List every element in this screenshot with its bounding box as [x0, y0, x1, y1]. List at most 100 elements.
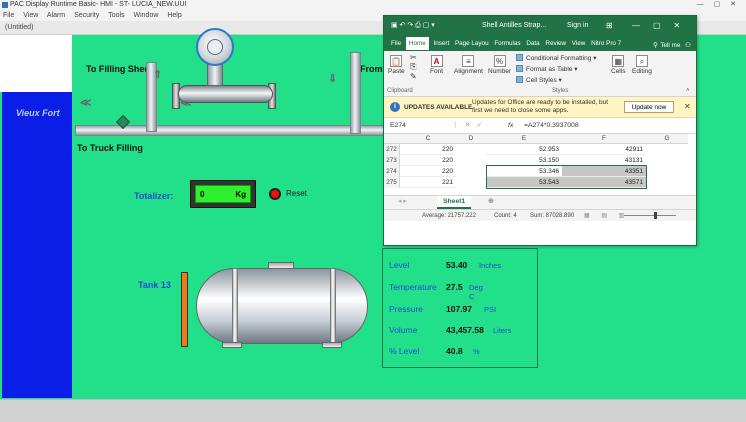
screen: PAC Display Runtime Basic- HMI - ST- LUC…: [0, 0, 746, 422]
editing-button[interactable]: ⌕ Editing: [632, 55, 652, 75]
tab-review[interactable]: Review: [544, 38, 567, 49]
table-icon: [516, 65, 523, 72]
row-header[interactable]: 274: [384, 166, 400, 177]
conditional-formatting-button[interactable]: Conditional Formatting ▾: [516, 54, 596, 62]
table-cell[interactable]: 220: [400, 166, 456, 177]
menu-view[interactable]: View: [23, 12, 38, 19]
menu-file[interactable]: File: [3, 12, 14, 19]
pac-window-title: PAC Display Runtime Basic- HMI - ST- LUC…: [10, 1, 187, 8]
tab-view[interactable]: View: [571, 38, 587, 49]
pac-titlebar: PAC Display Runtime Basic- HMI - ST- LUC…: [0, 0, 746, 10]
tank-leg: [322, 342, 342, 348]
tab-data[interactable]: Data: [525, 38, 540, 49]
row-header[interactable]: 273: [384, 155, 400, 166]
ribbon-display-icon[interactable]: ⊞: [606, 16, 613, 36]
flow-arrow-icon: ⇑: [153, 69, 163, 81]
selection-range: [486, 165, 647, 189]
tank-label: Tank 13: [138, 280, 171, 290]
formula-bar-icons[interactable]: ⋮✕✓: [452, 118, 488, 134]
menu-alarm[interactable]: Alarm: [47, 12, 65, 19]
column-header[interactable]: D: [456, 134, 486, 144]
table-cell[interactable]: 42911: [562, 144, 646, 155]
reading-unit: %: [473, 347, 480, 356]
tab-page-layout[interactable]: Page Layou: [454, 38, 490, 49]
spreadsheet-grid[interactable]: C D E F G 272 220 52.953 42911 273 220 5…: [384, 134, 696, 195]
status-sum: Sum: 87028.890: [530, 213, 575, 219]
pac-status-bar: [0, 399, 746, 422]
format-as-table-button[interactable]: Format as Table ▾: [516, 65, 578, 73]
align-icon: ≡: [462, 55, 475, 67]
sheet-nav-arrows[interactable]: ◂ ▸: [398, 197, 407, 205]
status-bar: Average: 21757.222 Count: 4 Sum: 87028.8…: [384, 209, 696, 221]
font-button[interactable]: A Font: [430, 55, 443, 75]
column-header[interactable]: G: [646, 134, 688, 144]
cells-icon: ▦: [612, 55, 625, 67]
reading-value: 27.5: [446, 282, 463, 292]
update-now-button[interactable]: Update now: [624, 101, 674, 113]
menu-help[interactable]: Help: [167, 12, 181, 19]
tab-formulas[interactable]: Formulas: [493, 38, 521, 49]
column-header[interactable]: C: [400, 134, 456, 144]
table-cell[interactable]: 220: [400, 144, 456, 155]
flow-meter-icon[interactable]: [196, 28, 234, 66]
menu-window[interactable]: Window: [134, 12, 159, 19]
formula-bar: E274 ⋮✕✓ fx =A274*0.3937008: [384, 118, 696, 134]
formula-input[interactable]: =A274*0.3937008: [524, 118, 579, 134]
table-cell[interactable]: 52.953: [486, 144, 562, 155]
row-header[interactable]: 272: [384, 144, 400, 155]
tank-icon[interactable]: [196, 268, 368, 344]
cell-styles-button[interactable]: Cell Styles ▾: [516, 76, 562, 84]
row-header[interactable]: 275: [384, 177, 400, 188]
zoom-slider[interactable]: [624, 212, 676, 219]
collapse-ribbon-icon[interactable]: ˄: [686, 88, 690, 94]
vieux-fort-panel[interactable]: Vieux Fort: [2, 92, 72, 398]
tab-insert[interactable]: Insert: [432, 38, 450, 49]
name-box[interactable]: E274: [390, 118, 406, 134]
status-count: Count: 4: [494, 213, 517, 219]
column-header[interactable]: E: [486, 134, 562, 144]
add-sheet-icon[interactable]: ⊕: [488, 197, 494, 205]
table-cell[interactable]: 220: [400, 155, 456, 166]
level-gauge: [181, 272, 188, 347]
cut-copy-icons[interactable]: ✂ ⎘ ✎: [410, 53, 417, 81]
table-cell[interactable]: 221: [400, 177, 456, 188]
reset-label[interactable]: Reset: [286, 189, 307, 198]
paste-button[interactable]: 📋 Paste: [388, 55, 405, 75]
reading-value: 53.40: [446, 260, 468, 270]
menu-tools[interactable]: Tools: [108, 12, 124, 19]
to-truck-filling-label: To Truck Filling: [77, 143, 143, 153]
tab-file[interactable]: File: [390, 38, 402, 49]
reading-row-volume: Volume 43,457.58 Liters: [389, 325, 511, 335]
reading-unit: PSI: [484, 305, 497, 314]
fx-icon[interactable]: fx: [508, 118, 513, 134]
menu-security[interactable]: Security: [74, 12, 99, 19]
alignment-button[interactable]: ≡ Alignment: [454, 55, 483, 75]
reading-unit: Inches: [479, 261, 502, 270]
close-icon[interactable]: ✕: [684, 102, 691, 111]
readings-panel: Level 53.40 Inches Temperature 27.5 Deg …: [382, 248, 538, 368]
reading-label: Temperature: [389, 282, 437, 292]
flow-meter-body: [178, 85, 273, 103]
tab-home[interactable]: Home: [405, 37, 429, 50]
view-buttons[interactable]: ▦ ▤ ▥: [584, 210, 629, 222]
number-button[interactable]: % Number: [488, 55, 511, 75]
tab-nitro[interactable]: Nitro Pro 7: [590, 38, 622, 49]
pac-window-buttons[interactable]: — ▢ ✕: [697, 0, 740, 10]
reading-row-level: Level 53.40 Inches: [389, 260, 501, 270]
quick-access-icons[interactable]: ▣ ↶ ↷ ⎙ ▢ ▾: [391, 16, 435, 36]
reading-label: % Level: [389, 346, 420, 356]
sheet-tab[interactable]: Sheet1: [437, 196, 472, 209]
cells-button[interactable]: ▦ Cells: [611, 55, 625, 75]
sign-in-link[interactable]: Sign in: [567, 16, 588, 36]
clipboard-group-label: Clipboard: [387, 88, 413, 94]
reading-label: Volume: [389, 325, 418, 335]
reading-row-temperature: Temperature 27.5 Deg C: [389, 282, 483, 301]
reset-button[interactable]: [269, 188, 281, 200]
clipboard-icon: 📋: [390, 55, 403, 67]
status-average: Average: 21757.222: [422, 213, 476, 219]
tell-me-label: Tell me: [660, 42, 681, 49]
column-header[interactable]: F: [562, 134, 646, 144]
select-all-corner[interactable]: [384, 134, 400, 144]
excel-window-buttons[interactable]: —▢✕: [632, 16, 693, 36]
tank-band: [330, 268, 336, 344]
